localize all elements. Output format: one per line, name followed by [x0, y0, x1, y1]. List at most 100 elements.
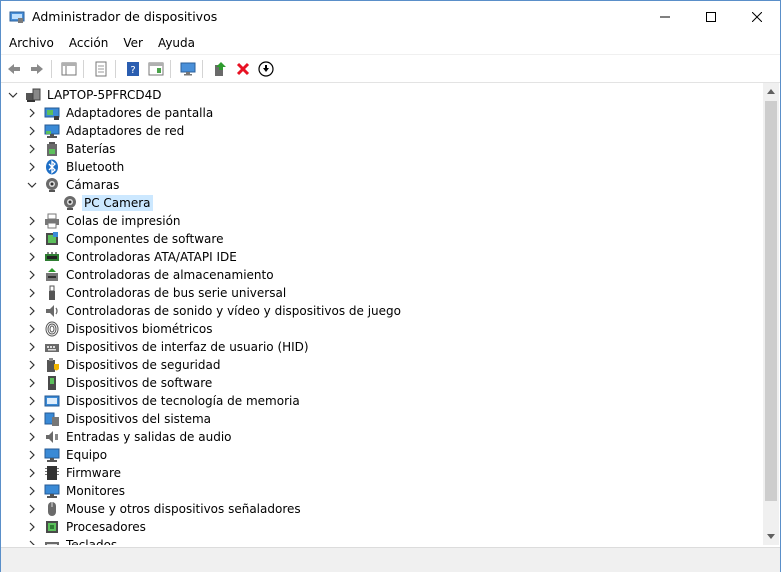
monitor-scan-icon	[180, 62, 196, 75]
toolbar-separator	[202, 59, 203, 78]
memory-icon	[44, 393, 60, 409]
tree-category-item[interactable]: Teclados	[25, 536, 119, 545]
chevron-right-icon[interactable]	[25, 466, 39, 480]
tree-category-item[interactable]: Dispositivos biométricos	[25, 320, 214, 338]
tree-category-item[interactable]: Adaptadores de red	[25, 122, 186, 140]
vertical-scrollbar[interactable]	[763, 83, 779, 545]
chevron-right-icon[interactable]	[25, 106, 39, 120]
mouse-icon	[44, 501, 60, 517]
close-button[interactable]	[734, 1, 780, 32]
minimize-button[interactable]	[642, 1, 688, 32]
back-arrow-icon	[8, 63, 20, 74]
update-driver-button[interactable]	[210, 59, 230, 79]
tree-category-item[interactable]: Procesadores	[25, 518, 148, 536]
forward-button[interactable]	[27, 59, 47, 79]
chevron-down-icon[interactable]	[25, 178, 39, 192]
tree-category-item[interactable]: Dispositivos de interfaz de usuario (HID…	[25, 338, 311, 356]
show-hide-tree-button[interactable]	[59, 59, 79, 79]
chevron-right-icon[interactable]	[25, 142, 39, 156]
tree-category-item[interactable]: Baterías	[25, 140, 118, 158]
tree-item-label: Controladoras de bus serie universal	[66, 286, 287, 300]
tree-category-item[interactable]: Adaptadores de pantalla	[25, 104, 215, 122]
update-driver-icon	[215, 61, 226, 76]
menu-archivo[interactable]: Archivo	[1, 36, 61, 50]
tree-category-item[interactable]: Firmware	[25, 464, 123, 482]
window-controls	[642, 1, 780, 32]
tree-item-label: Dispositivos de interfaz de usuario (HID…	[66, 340, 309, 354]
chevron-right-icon[interactable]	[25, 502, 39, 516]
root-label: LAPTOP-5PFRCD4D	[47, 88, 162, 102]
help-icon: ?	[127, 61, 139, 76]
properties-button[interactable]	[91, 59, 111, 79]
display-adapter-icon	[44, 105, 60, 121]
disable-device-button[interactable]	[256, 59, 276, 79]
chevron-right-icon[interactable]	[25, 160, 39, 174]
computer-root-icon	[25, 87, 41, 103]
chevron-right-icon[interactable]	[25, 124, 39, 138]
camera-icon	[62, 195, 78, 211]
maximize-button[interactable]	[688, 1, 734, 32]
chevron-right-icon[interactable]	[25, 268, 39, 282]
uninstall-device-button[interactable]	[233, 59, 253, 79]
chevron-right-icon[interactable]	[25, 376, 39, 390]
tree-category-item[interactable]: Controladoras de sonido y vídeo y dispos…	[25, 302, 403, 320]
tree-category-item[interactable]: Dispositivos de tecnología de memoria	[25, 392, 302, 410]
chevron-right-icon[interactable]	[25, 430, 39, 444]
chevron-right-icon[interactable]	[25, 520, 39, 534]
tree-root[interactable]: LAPTOP-5PFRCD4D	[6, 86, 164, 104]
back-button[interactable]	[4, 59, 24, 79]
scan-hardware-button[interactable]	[178, 59, 198, 79]
chevron-right-icon[interactable]	[25, 538, 39, 545]
view-icon	[148, 62, 164, 75]
chevron-right-icon[interactable]	[25, 250, 39, 264]
chevron-right-icon[interactable]	[25, 232, 39, 246]
title-bar[interactable]: Administrador de dispositivos	[1, 1, 780, 32]
help-button[interactable]: ?	[123, 59, 143, 79]
keyboard-icon	[44, 537, 60, 545]
scrollbar-thumb[interactable]	[765, 101, 777, 501]
tree-category-item[interactable]: Bluetooth	[25, 158, 126, 176]
chevron-right-icon[interactable]	[25, 322, 39, 336]
tree-category-item[interactable]: Equipo	[25, 446, 109, 464]
svg-text:?: ?	[130, 65, 135, 76]
maximize-icon	[706, 11, 716, 22]
view-button[interactable]	[146, 59, 166, 79]
tree-category-item[interactable]: Dispositivos de seguridad	[25, 356, 222, 374]
monitor-icon	[44, 483, 60, 499]
tree-child-item[interactable]: PC Camera	[43, 194, 153, 212]
tree-category-item[interactable]: Monitores	[25, 482, 127, 500]
tree-category-item[interactable]: Controladoras ATA/ATAPI IDE	[25, 248, 239, 266]
chevron-right-icon[interactable]	[25, 394, 39, 408]
chevron-right-icon[interactable]	[25, 340, 39, 354]
tree-item-label: Adaptadores de red	[66, 124, 185, 138]
menu-accion[interactable]: Acción	[61, 36, 115, 50]
tree-category-item[interactable]: Cámaras	[25, 176, 121, 194]
menu-ayuda[interactable]: Ayuda	[150, 36, 202, 50]
chevron-right-icon[interactable]	[25, 286, 39, 300]
scroll-down-arrow-icon	[767, 534, 775, 539]
bluetooth-icon	[44, 159, 60, 175]
chevron-right-icon[interactable]	[25, 304, 39, 318]
tree-category-item[interactable]: Entradas y salidas de audio	[25, 428, 234, 446]
tree-category-item[interactable]: Colas de impresión	[25, 212, 183, 230]
tree-category-item[interactable]: Controladoras de bus serie universal	[25, 284, 288, 302]
scroll-up-button[interactable]	[763, 83, 779, 99]
tree-category-item[interactable]: Dispositivos de software	[25, 374, 214, 392]
speaker-icon	[44, 303, 60, 319]
menu-ver[interactable]: Ver	[115, 36, 150, 50]
tree-category-item[interactable]: Dispositivos del sistema	[25, 410, 213, 428]
chevron-right-icon[interactable]	[25, 412, 39, 426]
device-tree[interactable]: LAPTOP-5PFRCD4D Adaptadores de pantalla A…	[2, 83, 763, 545]
console-tree-icon	[61, 62, 77, 75]
chevron-down-icon[interactable]	[6, 88, 20, 102]
tree-category-item[interactable]: Controladoras de almacenamiento	[25, 266, 276, 284]
tree-category-item[interactable]: Mouse y otros dispositivos señaladores	[25, 500, 303, 518]
chevron-right-icon[interactable]	[25, 358, 39, 372]
chevron-right-icon[interactable]	[25, 448, 39, 462]
scroll-down-button[interactable]	[763, 529, 779, 545]
tree-item-label: Controladoras de almacenamiento	[66, 268, 274, 282]
chevron-right-icon[interactable]	[25, 484, 39, 498]
chevron-right-icon[interactable]	[25, 214, 39, 228]
tree-category-item[interactable]: Componentes de software	[25, 230, 225, 248]
